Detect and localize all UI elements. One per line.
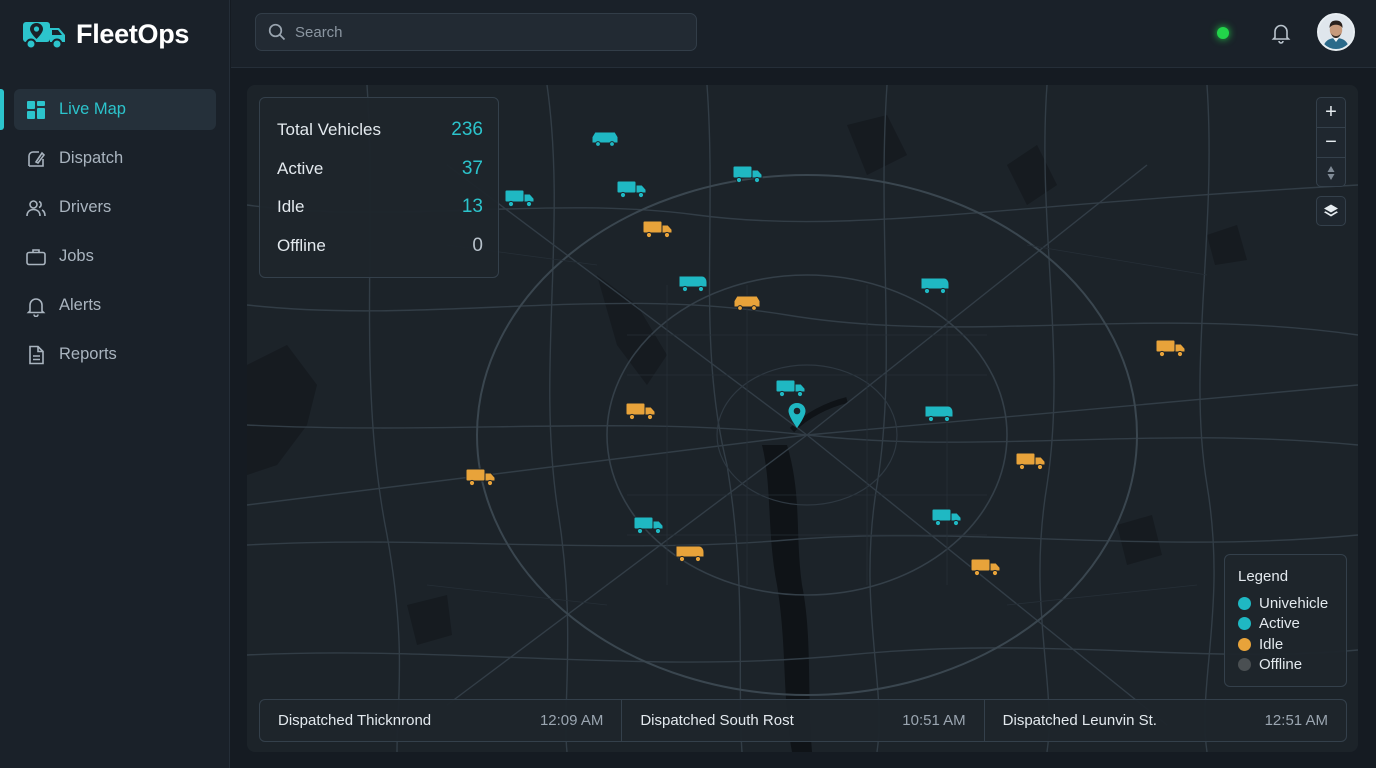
van-idle-icon[interactable]: [673, 541, 707, 563]
van-active-icon[interactable]: [922, 401, 956, 423]
stat-value: 236: [451, 119, 483, 140]
legend-item-offline: Offline: [1238, 655, 1346, 676]
sidebar-item-jobs[interactable]: Jobs: [14, 236, 216, 277]
dispatch-time: 10:51 AM: [902, 712, 966, 729]
dispatch-feed-item[interactable]: Dispatched Leunvin St. 12:51 AM: [985, 700, 1346, 741]
truck-active-icon[interactable]: [731, 162, 765, 184]
dispatch-text: Dispatched Leunvin St.: [1002, 712, 1157, 729]
legend-label: Offline: [1259, 656, 1303, 674]
zoom-controls: + −: [1316, 97, 1346, 187]
stat-label: Total Vehicles: [277, 120, 381, 139]
user-avatar[interactable]: [1317, 13, 1355, 51]
users-icon: [25, 197, 47, 219]
sidebar-item-label: Jobs: [59, 247, 94, 265]
dispatch-text: Dispatched South Rost: [640, 712, 794, 729]
legend-swatch: [1238, 658, 1251, 672]
legend-swatch: [1238, 617, 1251, 631]
truck-idle-icon[interactable]: [969, 555, 1003, 577]
live-map[interactable]: Total Vehicles 236 Active 37 Idle 13 Off…: [247, 85, 1358, 752]
bell-icon: [25, 295, 47, 317]
stat-idle: Idle 13: [277, 196, 483, 218]
legend-item-active: Active: [1238, 614, 1346, 635]
stat-active: Active 37: [277, 158, 483, 180]
truck-idle-icon[interactable]: [624, 399, 658, 421]
dispatch-time: 12:09 AM: [539, 712, 604, 729]
truck-idle-icon[interactable]: [464, 465, 498, 487]
sidebar: FleetOps Live Map Dispatch Drivers Jobs: [0, 0, 230, 768]
layers-button[interactable]: [1316, 196, 1346, 226]
legend-label: Idle: [1259, 635, 1284, 653]
sidebar-item-label: Alerts: [59, 296, 102, 314]
main-nav: Live Map Dispatch Drivers Jobs Alerts Re…: [0, 89, 230, 383]
document-icon: [25, 344, 47, 366]
sidebar-item-live-map[interactable]: Live Map: [0, 89, 216, 130]
notifications-bell-icon[interactable]: [1271, 22, 1291, 44]
truck-active-icon[interactable]: [503, 186, 537, 208]
dispatch-feed: Dispatched Thicknrond 12:09 AM Dispatche…: [259, 699, 1347, 742]
dispatch-feed-item[interactable]: Dispatched Thicknrond 12:09 AM: [260, 700, 623, 741]
van-active-icon[interactable]: [676, 271, 710, 293]
truck-active-icon[interactable]: [774, 376, 808, 398]
search-icon: [268, 23, 286, 41]
sidebar-item-label: Dispatch: [59, 149, 124, 167]
stat-offline: Offline 0: [277, 235, 483, 257]
compass-button[interactable]: [1317, 158, 1345, 188]
stat-label: Idle: [277, 197, 305, 216]
briefcase-icon: [25, 246, 47, 268]
van-active-icon[interactable]: [918, 273, 952, 295]
sidebar-item-dispatch[interactable]: Dispatch: [14, 138, 216, 179]
sidebar-item-label: Reports: [59, 345, 117, 363]
app-name: FleetOps: [76, 18, 190, 49]
sidebar-item-reports[interactable]: Reports: [14, 334, 216, 375]
dispatch-feed-item[interactable]: Dispatched South Rost 10:51 AM: [622, 700, 985, 741]
stat-label: Offline: [277, 236, 326, 255]
legend-label: Active: [1259, 615, 1300, 633]
stat-total-vehicles: Total Vehicles 236: [277, 119, 483, 141]
zoom-out-button[interactable]: −: [1317, 128, 1345, 158]
legend-item-univehicle: Univehicle: [1238, 593, 1346, 614]
zoom-in-button[interactable]: +: [1317, 98, 1345, 128]
car-idle-icon[interactable]: [731, 290, 765, 312]
sidebar-item-alerts[interactable]: Alerts: [14, 285, 216, 326]
truck-idle-icon[interactable]: [641, 217, 675, 239]
grid-icon: [25, 99, 47, 121]
app-logo[interactable]: FleetOps: [22, 16, 189, 52]
truck-active-icon[interactable]: [930, 505, 964, 527]
search-box[interactable]: [255, 13, 697, 51]
map-legend: Legend Univehicle Active Idle Offline: [1224, 554, 1347, 687]
legend-title: Legend: [1238, 568, 1289, 585]
search-input[interactable]: [295, 23, 675, 41]
location-pin-icon[interactable]: [780, 402, 814, 428]
legend-item-idle: Idle: [1238, 634, 1346, 655]
car-active-icon[interactable]: [589, 126, 623, 148]
dispatch-text: Dispatched Thicknrond: [278, 712, 432, 729]
sidebar-item-drivers[interactable]: Drivers: [14, 187, 216, 228]
truck-idle-icon[interactable]: [1014, 449, 1048, 471]
truck-active-icon[interactable]: [615, 177, 649, 199]
connection-status-indicator: [1217, 27, 1229, 39]
legend-swatch: [1238, 596, 1251, 610]
layers-icon: [1324, 204, 1338, 217]
truck-active-icon[interactable]: [632, 513, 666, 535]
truck-idle-icon[interactable]: [1154, 336, 1188, 358]
truck-pin-logo-icon: [23, 22, 65, 50]
stat-value: 13: [461, 196, 483, 217]
dispatch-time: 12:51 AM: [1264, 712, 1328, 729]
fleet-stats-panel: Total Vehicles 236 Active 37 Idle 13 Off…: [259, 97, 499, 278]
sidebar-item-label: Live Map: [59, 100, 126, 118]
dispatch-icon: [25, 148, 47, 170]
compass-icon: [1327, 166, 1335, 180]
stat-value: 0: [472, 235, 483, 256]
legend-label: Univehicle: [1259, 594, 1329, 612]
top-bar: [231, 0, 1376, 68]
sidebar-item-label: Drivers: [59, 198, 112, 216]
legend-swatch: [1238, 637, 1251, 651]
stat-value: 37: [461, 158, 483, 179]
stat-label: Active: [277, 159, 324, 178]
